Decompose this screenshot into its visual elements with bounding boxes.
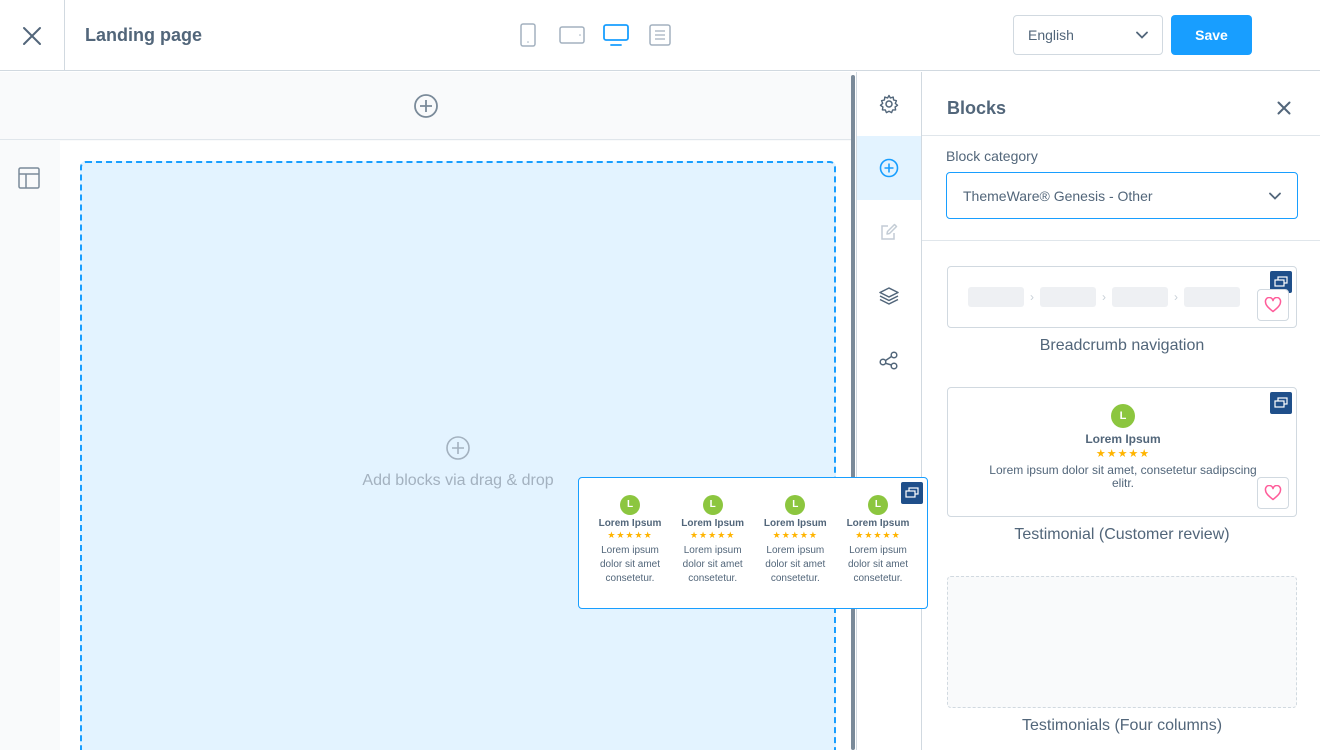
panel-close-button[interactable] xyxy=(1274,98,1294,118)
block-label: Breadcrumb navigation xyxy=(1039,337,1205,354)
testimonial-column: L Lorem Ipsum ★★★★★ Lorem ipsum dolor si… xyxy=(672,494,754,586)
desktop-icon xyxy=(603,24,629,46)
device-tablet-button[interactable] xyxy=(556,20,588,50)
save-button[interactable]: Save xyxy=(1171,15,1252,55)
tab-settings[interactable] xyxy=(857,72,921,136)
close-button[interactable] xyxy=(0,0,65,71)
rating-stars: ★★★★★ xyxy=(1095,448,1151,460)
phone-icon xyxy=(520,23,536,47)
editor-canvas: Add blocks via drag & drop xyxy=(0,72,851,750)
blocks-panel: Blocks Block category ThemeWare® Genesis… xyxy=(922,72,1320,750)
plus-circle-icon xyxy=(879,158,899,178)
share-icon xyxy=(879,351,898,370)
block-category-select[interactable]: ThemeWare® Genesis - Other xyxy=(946,172,1298,219)
add-block-icon xyxy=(446,436,470,460)
testimonial-preview: L Lorem Ipsum ★★★★★ Lorem ipsum dolor si… xyxy=(988,404,1258,490)
block-dropzone[interactable]: Add blocks via drag & drop xyxy=(80,161,836,750)
avatar: L xyxy=(1111,404,1135,428)
rating-stars: ★★★★★ xyxy=(855,529,901,540)
testimonial-text: Lorem ipsum dolor sit amet consetetur. xyxy=(847,544,908,584)
windows-icon xyxy=(905,487,919,498)
page-title: Landing page xyxy=(85,25,202,45)
chevron-down-icon xyxy=(1269,192,1281,200)
testimonial-name: Lorem Ipsum xyxy=(598,517,662,529)
top-bar: Landing page English Save xyxy=(0,0,1320,71)
rating-stars: ★★★★★ xyxy=(689,529,736,540)
close-icon xyxy=(1277,101,1291,115)
avatar: L xyxy=(620,494,640,515)
testimonial-column: L Lorem Ipsum ★★★★★ Lorem ipsum dolor si… xyxy=(754,494,836,586)
block-card-breadcrumb[interactable]: › › › xyxy=(947,266,1297,328)
gear-icon xyxy=(879,94,899,114)
panel-title: Blocks xyxy=(947,98,1007,118)
block-category-value: ThemeWare® Genesis - Other xyxy=(963,187,1153,204)
testimonial-text: Lorem ipsum dolor sit amet consetetur. xyxy=(682,544,743,584)
language-select[interactable]: English xyxy=(1013,15,1163,55)
windows-icon xyxy=(1274,397,1288,408)
favorite-button[interactable] xyxy=(1257,477,1289,509)
add-section-icon[interactable] xyxy=(413,93,439,119)
list-view-icon xyxy=(649,24,671,46)
block-card-testimonials-four-columns[interactable] xyxy=(947,576,1297,708)
heart-icon xyxy=(1264,485,1282,501)
rating-stars: ★★★★★ xyxy=(772,529,818,540)
avatar: L xyxy=(867,494,888,515)
testimonial-text: Lorem ipsum dolor sit amet consetetur. xyxy=(599,544,661,584)
device-list-button[interactable] xyxy=(644,20,676,50)
tab-layers[interactable] xyxy=(857,264,921,328)
testimonial-column: L Lorem Ipsum ★★★★★ Lorem ipsum dolor si… xyxy=(837,494,919,586)
block-category-label: Block category xyxy=(946,148,1038,164)
dragged-block-preview[interactable]: L Lorem Ipsum ★★★★★ Lorem ipsum dolor si… xyxy=(578,477,928,609)
testimonial-name: Lorem Ipsum xyxy=(763,517,827,529)
testimonial-name: Lorem Ipsum xyxy=(1085,432,1161,446)
add-section-row xyxy=(0,72,851,140)
canvas-scrollbar[interactable] xyxy=(851,75,855,750)
language-value: English xyxy=(1028,27,1074,43)
rating-stars: ★★★★★ xyxy=(607,529,653,540)
windows-icon xyxy=(1274,276,1288,287)
device-switcher xyxy=(512,20,676,50)
tab-edit[interactable] xyxy=(857,200,921,264)
tablet-icon xyxy=(559,26,585,44)
tab-blocks[interactable] xyxy=(857,136,921,200)
sidebar-tabs xyxy=(856,72,922,750)
layers-icon xyxy=(879,287,899,305)
testimonial-name: Lorem Ipsum xyxy=(681,517,745,529)
tab-share[interactable] xyxy=(857,328,921,392)
favorite-button[interactable] xyxy=(1257,289,1289,321)
avatar: L xyxy=(702,494,723,515)
block-label: Testimonial (Customer review) xyxy=(1014,526,1230,543)
block-type-badge xyxy=(1270,392,1292,414)
chevron-down-icon xyxy=(1136,31,1148,39)
testimonial-text: Lorem ipsum dolor sit amet consetetur. xyxy=(765,544,826,584)
avatar: L xyxy=(785,494,806,515)
testimonial-name: Lorem Ipsum xyxy=(846,517,910,529)
device-mobile-button[interactable] xyxy=(512,20,544,50)
block-card-testimonial[interactable]: L Lorem Ipsum ★★★★★ Lorem ipsum dolor si… xyxy=(947,387,1297,517)
block-label: Testimonials (Four columns) xyxy=(1021,717,1223,734)
divider xyxy=(922,240,1320,241)
device-desktop-button[interactable] xyxy=(600,20,632,50)
section-stage: Add blocks via drag & drop xyxy=(60,141,851,750)
block-type-badge xyxy=(901,482,923,504)
testimonial-column: L Lorem Ipsum ★★★★★ Lorem ipsum dolor si… xyxy=(589,494,671,586)
section-sidebar xyxy=(0,141,60,750)
panel-header: Blocks xyxy=(922,72,1320,136)
testimonial-text: Lorem ipsum dolor sit amet, consetetur s… xyxy=(989,463,1257,490)
heart-icon xyxy=(1264,297,1282,313)
breadcrumb-preview: › › › xyxy=(968,287,1240,307)
close-icon xyxy=(23,26,41,45)
edit-icon xyxy=(881,223,898,240)
layout-icon[interactable] xyxy=(18,167,40,189)
